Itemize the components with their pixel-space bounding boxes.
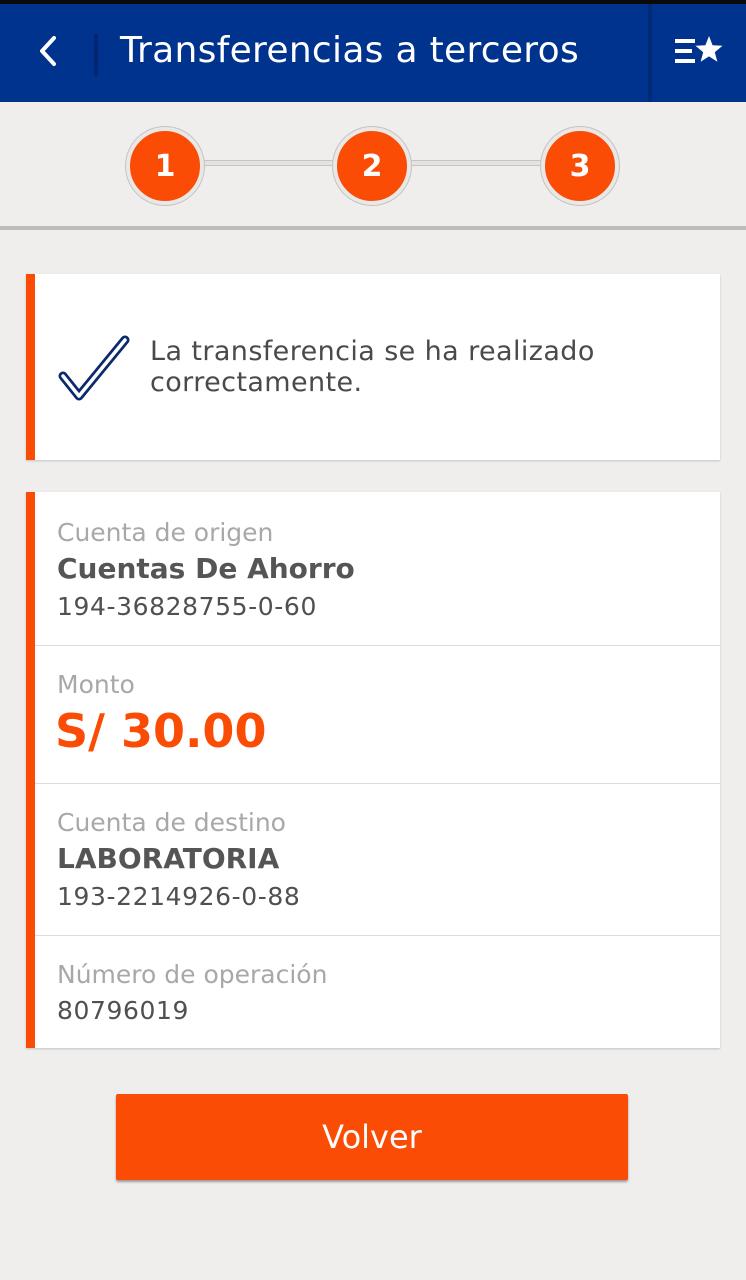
- operation-number-value: 80796019: [57, 996, 190, 1025]
- checkmark-icon: [57, 332, 131, 408]
- back-action-button[interactable]: Volver: [116, 1094, 628, 1180]
- operation-number-label: Número de operación: [57, 960, 328, 989]
- origin-account-name: Cuentas De Ahorro: [57, 552, 355, 585]
- chevron-left-icon: [37, 34, 59, 72]
- origin-account-number: 194-36828755-0-60: [57, 592, 317, 621]
- destination-account-row: Cuenta de destino LABORATORIA 193-221492…: [35, 784, 720, 936]
- step-2: 2: [333, 127, 411, 205]
- operation-number-row: Número de operación 80796019: [35, 936, 720, 1048]
- back-button[interactable]: [0, 4, 96, 102]
- origin-account-label: Cuenta de origen: [57, 518, 274, 547]
- stepper-divider: [0, 226, 746, 230]
- list-star-icon: [673, 35, 725, 71]
- app-screen: Transferencias a terceros 1 2 3 La trans…: [0, 0, 746, 1280]
- success-card: La transferencia se ha realizado correct…: [26, 274, 720, 460]
- progress-stepper: 1 2 3: [0, 102, 746, 228]
- transfer-details-card: Cuenta de origen Cuentas De Ahorro 194-3…: [26, 492, 720, 1048]
- amount-value: S/ 30.00: [55, 704, 267, 758]
- header-bar: Transferencias a terceros: [0, 0, 746, 102]
- amount-label: Monto: [57, 670, 135, 699]
- favorites-button[interactable]: [652, 4, 746, 102]
- destination-account-name: LABORATORIA: [57, 842, 280, 875]
- step-1: 1: [126, 127, 204, 205]
- stepper-connector: [408, 160, 546, 166]
- origin-account-row: Cuenta de origen Cuentas De Ahorro 194-3…: [35, 492, 720, 646]
- destination-account-label: Cuenta de destino: [57, 808, 286, 837]
- stepper-connector: [200, 160, 338, 166]
- destination-account-number: 193-2214926-0-88: [57, 882, 301, 911]
- page-title: Transferencias a terceros: [120, 30, 579, 71]
- success-message: La transferencia se ha realizado correct…: [150, 336, 595, 398]
- step-3: 3: [541, 127, 619, 205]
- header-divider: [94, 34, 98, 76]
- amount-row: Monto S/ 30.00: [35, 646, 720, 784]
